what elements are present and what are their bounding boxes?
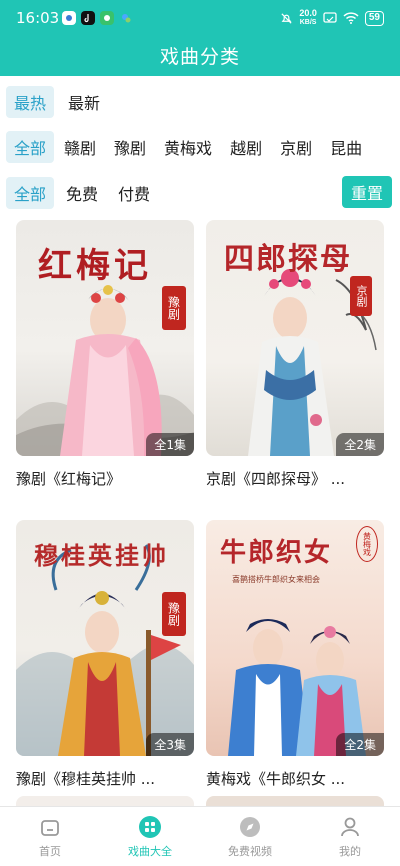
- app-notification-icon: [62, 11, 76, 25]
- reset-button[interactable]: 重置: [342, 176, 392, 208]
- bottom-tab-bar: 首页 戏曲大全 免费视频 我的: [0, 806, 400, 866]
- filter-price-all[interactable]: 全部: [6, 177, 55, 209]
- opera-poster[interactable]: 红梅记 豫剧 全1集: [16, 220, 194, 456]
- poster-title: 牛郎织女: [220, 538, 333, 568]
- tab-home[interactable]: 首页: [0, 807, 100, 866]
- filter-sort-new[interactable]: 最新: [60, 86, 108, 118]
- status-bar: 16:03 20.0 KB/S 59: [0, 0, 400, 34]
- user-icon: [341, 817, 359, 836]
- poster-genre-seal: 黄梅戏: [356, 526, 378, 562]
- opera-card-title[interactable]: 京剧《四郎探母》 ...: [206, 468, 384, 489]
- poster-title: 红梅记: [38, 246, 152, 286]
- status-right: 20.0 KB/S 59: [280, 9, 384, 27]
- sort-filter-row: 最热 最新: [0, 85, 400, 119]
- filter-genre-all[interactable]: 全部: [6, 131, 55, 163]
- wifi-icon: [343, 12, 359, 24]
- opera-card-title[interactable]: 豫剧《穆桂英挂帅 ...: [16, 768, 194, 789]
- opera-card[interactable]: 四郎探母 京剧 全2集 京剧《四郎探母》 ...: [206, 220, 384, 489]
- filter-genre-yuju[interactable]: 豫剧: [106, 131, 154, 163]
- chat-icon: [100, 11, 114, 25]
- opera-poster[interactable]: 牛郎织女 喜鹊搭桥牛郎织女来相会 黄梅戏 全2集: [206, 520, 384, 756]
- genre-filter-row: 全部 赣剧 豫剧 黄梅戏 越剧 京剧 昆曲: [0, 130, 400, 164]
- poster-subtitle: 喜鹊搭桥牛郎织女来相会: [232, 575, 320, 584]
- grid-icon: [139, 815, 161, 838]
- network-speed-unit: KB/S: [299, 19, 317, 26]
- network-speed: 20.0 KB/S: [299, 9, 317, 27]
- filter-genre-ganju[interactable]: 赣剧: [56, 131, 104, 163]
- notification-icons: [62, 11, 133, 25]
- filter-price-free[interactable]: 免费: [58, 177, 106, 209]
- filter-genre-yueju[interactable]: 越剧: [222, 131, 270, 163]
- episode-badge: 全2集: [336, 433, 384, 456]
- network-speed-value: 20.0: [299, 8, 317, 18]
- episode-badge: 全3集: [146, 733, 194, 756]
- tab-label: 首页: [39, 844, 61, 858]
- tab-free-videos[interactable]: 免费视频: [200, 807, 300, 866]
- poster-genre-seal: 京剧: [350, 276, 372, 316]
- compass-icon: [240, 816, 260, 837]
- tiktok-icon: [81, 11, 95, 25]
- tab-label: 我的: [339, 844, 361, 858]
- page-title: 戏曲分类: [159, 46, 240, 68]
- opera-poster[interactable]: 穆桂英挂帅 豫剧 全3集: [16, 520, 194, 756]
- cast-icon: [323, 12, 337, 23]
- opera-card-title[interactable]: 豫剧《红梅记》: [16, 468, 194, 489]
- battery-level: 59: [364, 10, 384, 26]
- home-icon: [41, 819, 59, 836]
- mute-bell-icon: [281, 12, 292, 24]
- filter-sort-hot[interactable]: 最热: [6, 86, 55, 118]
- tab-label: 免费视频: [228, 844, 272, 858]
- status-time: 16:03: [16, 9, 60, 27]
- opera-poster[interactable]: 四郎探母 京剧 全2集: [206, 220, 384, 456]
- opera-card-title[interactable]: 黄梅戏《牛郎织女 ...: [206, 768, 384, 789]
- poster-title: 四郎探母: [224, 242, 352, 277]
- poster-genre-seal: 豫剧: [162, 592, 186, 636]
- episode-badge: 全1集: [146, 433, 194, 456]
- episode-badge: 全2集: [336, 733, 384, 756]
- poster-title: 穆桂英挂帅: [34, 541, 169, 570]
- poster-genre-seal: 豫剧: [162, 286, 186, 330]
- filter-genre-kunqu[interactable]: 昆曲: [322, 131, 370, 163]
- app-leaf-icon: [119, 11, 133, 25]
- filter-genre-huangmeixi[interactable]: 黄梅戏: [156, 131, 220, 163]
- app-header: 16:03 20.0 KB/S 59 戏曲分类: [0, 0, 400, 76]
- price-filter-row: 全部 免费 付费 重置: [0, 176, 400, 210]
- filter-price-paid[interactable]: 付费: [110, 177, 158, 209]
- tab-label: 戏曲大全: [128, 844, 172, 858]
- opera-card[interactable]: 牛郎织女 喜鹊搭桥牛郎织女来相会 黄梅戏 全2集 黄梅戏《牛郎织女 ...: [206, 520, 384, 789]
- tab-profile[interactable]: 我的: [300, 807, 400, 866]
- opera-card[interactable]: 红梅记 豫剧 全1集 豫剧《红梅记》: [16, 220, 194, 489]
- tab-opera-collection[interactable]: 戏曲大全: [100, 807, 200, 866]
- opera-card[interactable]: 穆桂英挂帅 豫剧 全3集 豫剧《穆桂英挂帅 ...: [16, 520, 194, 789]
- filter-genre-jingju[interactable]: 京剧: [272, 131, 320, 163]
